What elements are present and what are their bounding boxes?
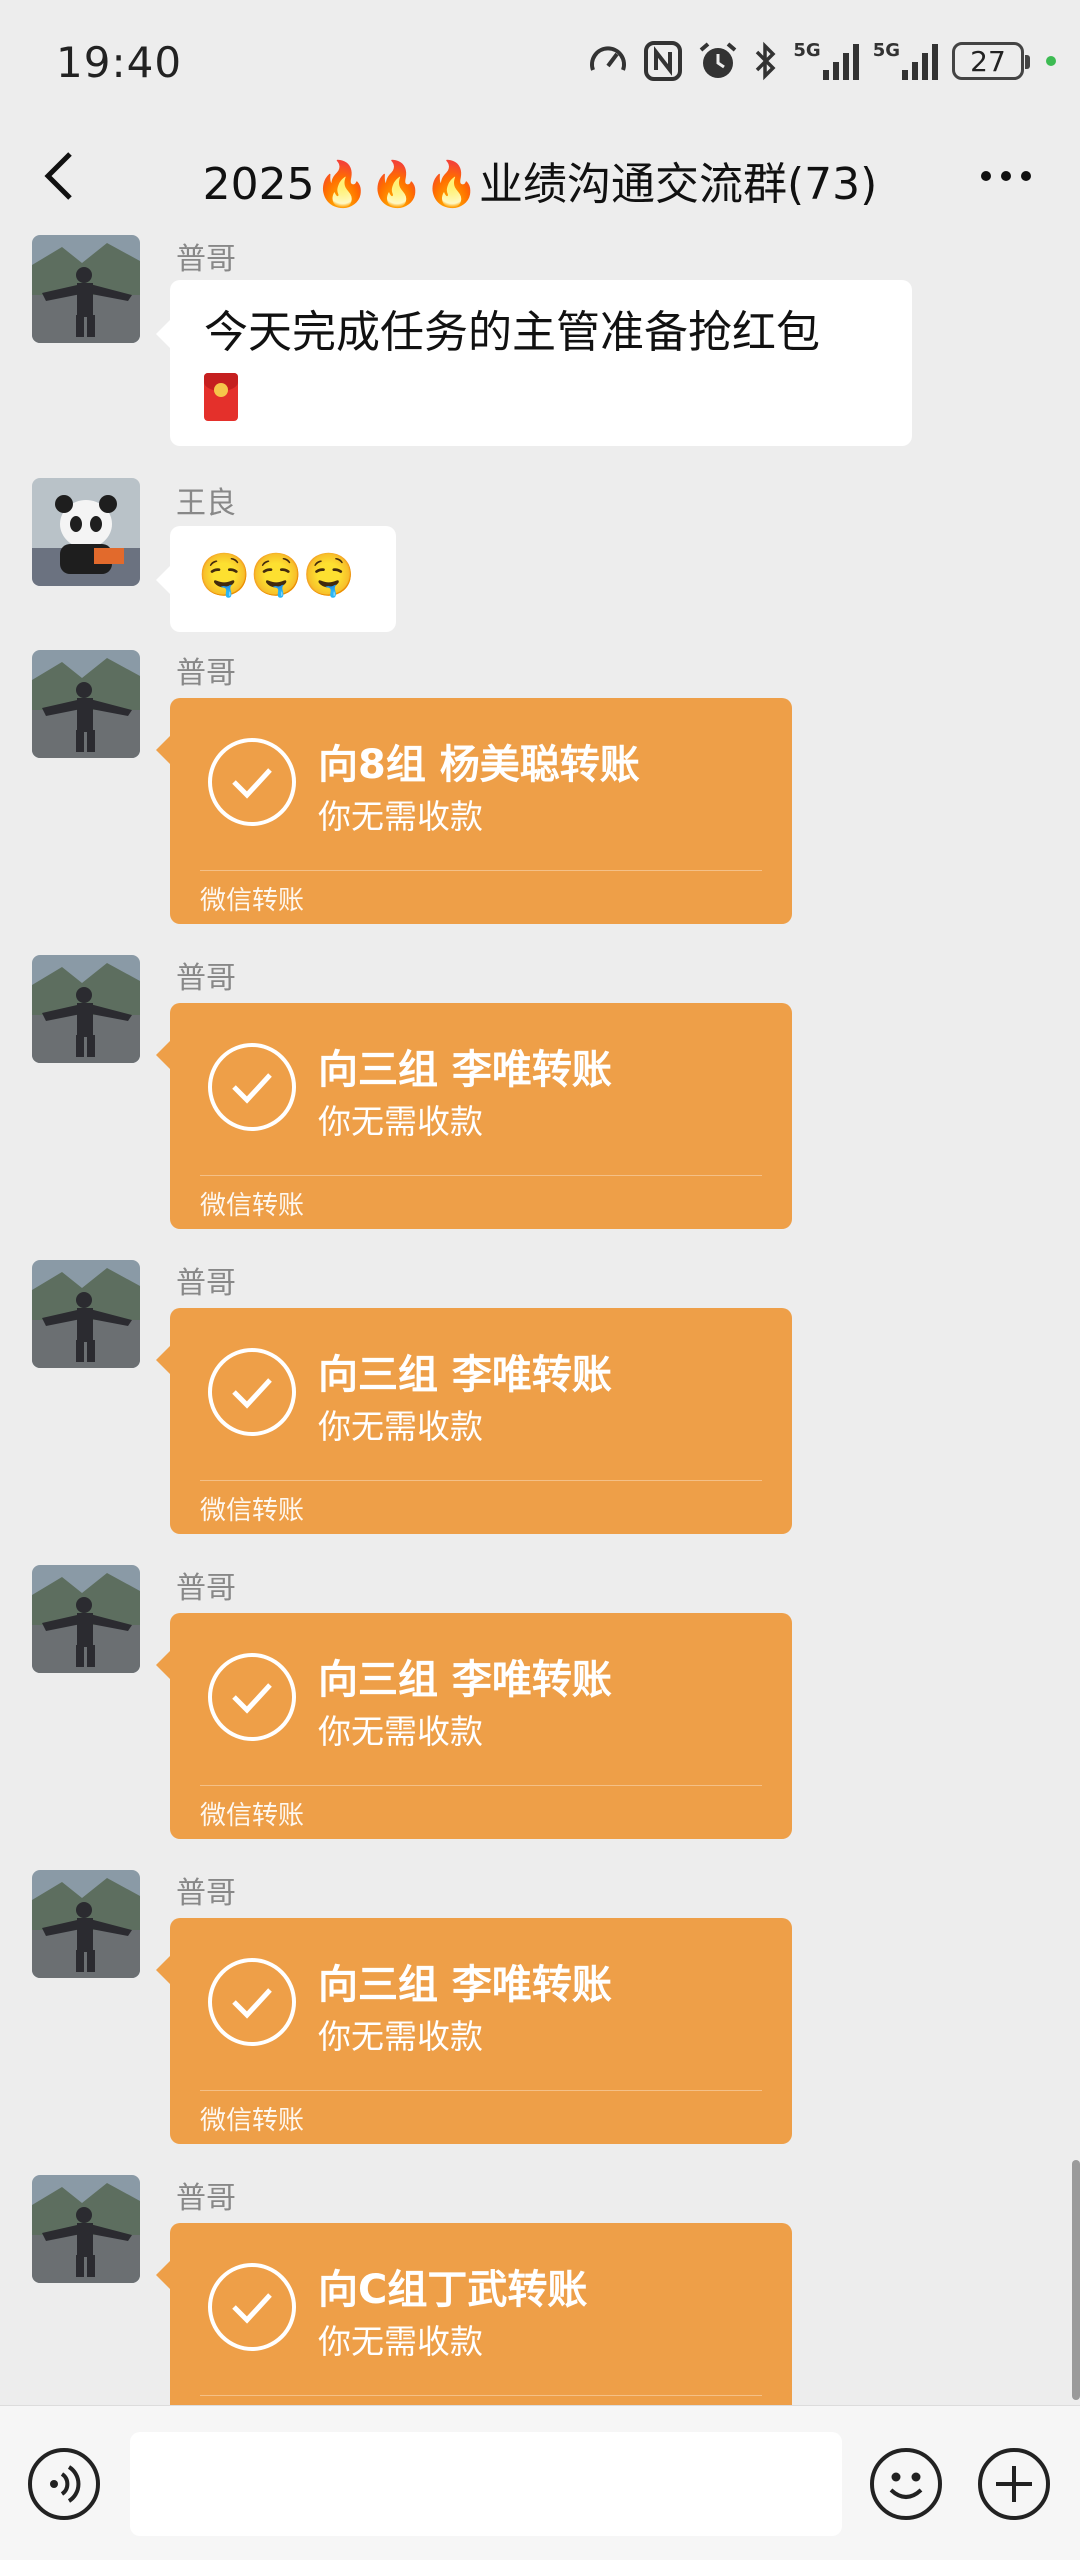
check-circle-icon <box>208 1043 296 1131</box>
text-message-bubble[interactable]: 🤤🤤🤤 <box>156 526 396 632</box>
transfer-title: 向8组 杨美聪转账 <box>318 742 640 788</box>
transfer-title: 向三组 李唯转账 <box>318 1657 612 1703</box>
check-circle-icon <box>208 1958 296 2046</box>
avatar[interactable] <box>32 650 140 758</box>
scrollbar[interactable] <box>1072 2160 1080 2400</box>
divider <box>200 2090 762 2091</box>
transfer-status: 你无需收款 <box>318 1712 483 1751</box>
avatar[interactable] <box>32 955 140 1063</box>
transfer-title: 向C组丁武转账 <box>318 2267 588 2313</box>
avatar[interactable] <box>32 1870 140 1978</box>
check-circle-icon <box>208 2263 296 2351</box>
network-type-label: 5G <box>793 40 821 61</box>
avatar[interactable] <box>32 478 140 586</box>
avatar-photo <box>32 955 140 1063</box>
message-input[interactable] <box>130 2432 842 2536</box>
transfer-status: 你无需收款 <box>318 2017 483 2056</box>
nfc-icon <box>644 41 683 81</box>
transfer-message-bubble[interactable]: 向三组 李唯转账你无需收款微信转账 <box>156 1918 792 2144</box>
message-text: 今天完成任务的主管准备抢红包 <box>204 307 820 358</box>
transfer-footer: 微信转账 <box>200 2106 305 2136</box>
divider <box>200 2395 762 2396</box>
avatar-photo <box>32 1260 140 1368</box>
status-time: 19:40 <box>56 38 183 87</box>
chat-title: 2025🔥🔥🔥业绩沟通交流群(73) <box>202 159 878 210</box>
transfer-message-bubble[interactable]: 向三组 李唯转账你无需收款微信转账 <box>156 1613 792 1839</box>
avatar[interactable] <box>32 1565 140 1673</box>
sender-name: 普哥 <box>176 961 236 996</box>
signal-icon <box>822 44 859 80</box>
battery-icon: 27 <box>952 42 1030 80</box>
network-type-label: 5G <box>872 40 900 61</box>
signal-icon <box>902 44 938 80</box>
avatar-photo <box>32 1870 140 1978</box>
avatar-photo <box>32 650 140 758</box>
check-circle-icon <box>208 1348 296 1436</box>
alarm-icon <box>700 42 737 78</box>
message-text: 🤤🤤🤤 <box>198 550 355 599</box>
sender-name: 普哥 <box>176 656 236 691</box>
sender-name: 普哥 <box>176 242 236 277</box>
avatar-photo <box>32 478 140 586</box>
transfer-footer: 微信转账 <box>200 1801 305 1831</box>
sender-name: 普哥 <box>176 1571 236 1606</box>
input-bar <box>0 2405 1080 2560</box>
divider <box>200 1785 762 1786</box>
transfer-footer: 微信转账 <box>200 1191 305 1221</box>
transfer-footer: 微信转账 <box>200 886 305 916</box>
message-list[interactable]: 普哥 今天完成任务的主管准备抢红包 王良 🤤🤤🤤 普哥 向8组 杨美聪转账 你无需收… <box>0 230 1080 2405</box>
avatar[interactable] <box>32 1260 140 1368</box>
check-circle-icon <box>208 1653 296 1741</box>
status-bar: 19:40 5G 5G 27 <box>0 0 1080 120</box>
battery-level: 27 <box>970 44 1006 78</box>
avatar[interactable] <box>32 2175 140 2283</box>
transfer-message-bubble[interactable]: 向三组 李唯转账你无需收款微信转账 <box>156 1308 792 1534</box>
charging-dot <box>1046 56 1056 66</box>
divider <box>200 870 762 871</box>
transfer-message-bubble[interactable]: 向8组 杨美聪转账你无需收款微信转账 <box>156 698 792 924</box>
transfer-message-bubble[interactable]: 向三组 李唯转账你无需收款微信转账 <box>156 1003 792 1229</box>
transfer-status: 你无需收款 <box>318 1407 483 1446</box>
signal-1: 5G <box>793 40 859 80</box>
speedometer-icon <box>590 46 627 71</box>
avatar-photo <box>32 2175 140 2283</box>
transfer-title: 向三组 李唯转账 <box>318 1962 612 2008</box>
bluetooth-icon <box>756 41 776 81</box>
check-circle-icon <box>208 738 296 826</box>
sender-name: 王良 <box>176 486 236 521</box>
divider <box>200 1480 762 1481</box>
plus-icon[interactable] <box>978 2448 1050 2520</box>
transfer-status: 你无需收款 <box>318 1102 483 1141</box>
sender-name: 普哥 <box>176 1876 236 1911</box>
sender-name: 普哥 <box>176 1266 236 1301</box>
voice-icon[interactable] <box>28 2448 100 2520</box>
signal-2: 5G <box>873 42 938 80</box>
transfer-status: 你无需收款 <box>318 2322 483 2361</box>
avatar-photo <box>32 235 140 343</box>
sender-name: 普哥 <box>176 2181 236 2216</box>
text-message-bubble[interactable]: 今天完成任务的主管准备抢红包 <box>156 280 912 446</box>
red-packet-icon <box>204 373 238 421</box>
transfer-title: 向三组 李唯转账 <box>318 1352 612 1398</box>
chat-header: 2025🔥🔥🔥业绩沟通交流群(73) <box>0 120 1080 230</box>
emoji-icon[interactable] <box>870 2448 942 2520</box>
transfer-message-bubble[interactable]: 向C组丁武转账你无需收款微信转账 <box>156 2223 792 2405</box>
status-icons: 5G 5G 27 <box>587 36 1056 86</box>
avatar[interactable] <box>32 235 140 343</box>
transfer-title: 向三组 李唯转账 <box>318 1047 612 1093</box>
avatar-photo <box>32 1565 140 1673</box>
divider <box>200 1175 762 1176</box>
more-dots-icon[interactable] <box>978 166 1034 186</box>
transfer-status: 你无需收款 <box>318 797 483 836</box>
transfer-footer: 微信转账 <box>200 1496 305 1526</box>
